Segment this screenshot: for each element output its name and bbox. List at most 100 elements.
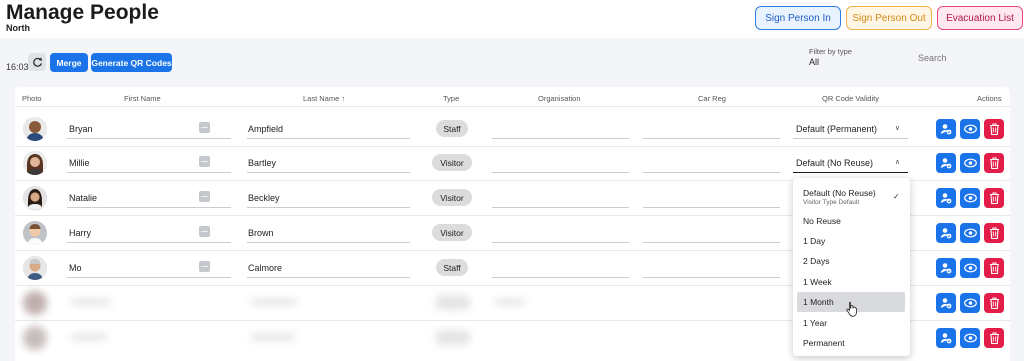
sign-in-person-button[interactable] [936, 328, 956, 348]
sign-in-person-button[interactable] [936, 223, 956, 243]
sign-in-person-button[interactable] [936, 258, 956, 278]
redacted-text [495, 299, 525, 305]
sign-in-person-button[interactable] [936, 119, 956, 139]
eye-icon [963, 228, 977, 238]
qr-validity-select[interactable]: Default (No Reuse) ∧ [793, 152, 908, 173]
trash-icon [989, 123, 999, 135]
car-reg-field[interactable] [643, 152, 780, 173]
car-reg-field[interactable] [643, 222, 780, 243]
sign-in-person-button[interactable] [936, 153, 956, 173]
redacted-text [71, 299, 111, 305]
column-header-first-name[interactable]: First Name [124, 94, 161, 103]
column-header-car-reg[interactable]: Car Reg [698, 94, 726, 103]
option-subtext: Visitor Type Default [803, 199, 860, 206]
table-row: Millie Bartley Visitor Default (No Reuse… [15, 146, 1010, 181]
delete-person-button[interactable] [984, 153, 1004, 173]
eye-icon [963, 263, 977, 273]
page-subtitle: North [6, 23, 30, 33]
user-check-icon [940, 333, 952, 344]
column-header-actions: Actions [977, 94, 1002, 103]
qr-validity-select[interactable]: Default (Permanent) ∨ [793, 118, 908, 139]
last-name-field[interactable]: Calmore [247, 257, 410, 278]
trash-icon [989, 192, 999, 204]
id-card-icon[interactable] [199, 226, 210, 237]
generate-qr-codes-button[interactable]: Generate QR Codes [91, 53, 172, 72]
refresh-button[interactable] [28, 53, 46, 71]
organisation-field[interactable] [492, 152, 629, 173]
search-input[interactable] [918, 50, 1013, 66]
last-name-field[interactable]: Beckley [247, 187, 410, 208]
type-badge: Staff [436, 120, 468, 137]
option-2-days[interactable]: 2 Days [797, 251, 905, 271]
eye-icon [963, 124, 977, 134]
avatar [23, 186, 47, 210]
view-person-button[interactable] [960, 293, 980, 313]
option-default-no-reuse[interactable]: Default (No Reuse) Visitor Type Default [797, 183, 905, 210]
delete-person-button[interactable] [984, 328, 1004, 348]
type-badge: Visitor [432, 224, 472, 241]
merge-button[interactable]: Merge [50, 53, 88, 72]
redacted-badge [435, 330, 471, 345]
chevron-up-icon: ∧ [894, 159, 900, 166]
chevron-down-icon: ∨ [894, 125, 900, 132]
last-name-field[interactable]: Bartley [247, 152, 410, 173]
id-card-icon[interactable] [199, 261, 210, 272]
trash-icon [989, 332, 999, 344]
view-person-button[interactable] [960, 188, 980, 208]
last-name-field[interactable]: Ampfield [247, 118, 410, 139]
organisation-field[interactable] [492, 187, 629, 208]
filter-by-type-select[interactable]: All [809, 57, 819, 67]
view-person-button[interactable] [960, 223, 980, 243]
avatar [23, 117, 47, 141]
trash-icon [989, 157, 999, 169]
delete-person-button[interactable] [984, 119, 1004, 139]
view-person-button[interactable] [960, 153, 980, 173]
user-check-icon [940, 228, 952, 239]
header-divider [15, 106, 1010, 107]
organisation-field[interactable] [492, 257, 629, 278]
last-name-field[interactable]: Brown [247, 222, 410, 243]
sign-person-out-button[interactable]: Sign Person Out [846, 6, 932, 30]
option-permanent[interactable]: Permanent [797, 333, 905, 353]
filter-by-type-label: Filter by type [809, 47, 852, 56]
table-row: Bryan Ampfield Staff Default (Permanent)… [15, 112, 1010, 147]
qr-validity-dropdown: Default (No Reuse) Visitor Type Default … [793, 178, 910, 356]
type-badge: Staff [436, 259, 468, 276]
id-card-icon[interactable] [199, 191, 210, 202]
organisation-field[interactable] [492, 118, 629, 139]
trash-icon [989, 297, 999, 309]
sign-in-person-button[interactable] [936, 293, 956, 313]
redacted-badge [435, 295, 471, 310]
car-reg-field[interactable] [643, 187, 780, 208]
type-badge: Visitor [432, 154, 472, 171]
car-reg-field[interactable] [643, 257, 780, 278]
user-check-icon [940, 263, 952, 274]
user-check-icon [940, 124, 952, 135]
trash-icon [989, 227, 999, 239]
delete-person-button[interactable] [984, 293, 1004, 313]
delete-person-button[interactable] [984, 223, 1004, 243]
column-header-qr-code-validity[interactable]: QR Code Validity [822, 94, 879, 103]
view-person-button[interactable] [960, 328, 980, 348]
sign-person-in-button[interactable]: Sign Person In [755, 6, 841, 30]
id-card-icon[interactable] [199, 156, 210, 167]
view-person-button[interactable] [960, 119, 980, 139]
evacuation-list-button[interactable]: Evacuation List [937, 6, 1023, 30]
delete-person-button[interactable] [984, 258, 1004, 278]
eye-icon [963, 298, 977, 308]
column-header-last-name[interactable]: Last Name ↑ [303, 94, 345, 103]
option-1-week[interactable]: 1 Week [797, 272, 905, 292]
id-card-icon[interactable] [199, 122, 210, 133]
option-1-day[interactable]: 1 Day [797, 231, 905, 251]
option-no-reuse[interactable]: No Reuse [797, 211, 905, 231]
organisation-field[interactable] [492, 222, 629, 243]
redacted-text [71, 334, 107, 340]
car-reg-field[interactable] [643, 118, 780, 139]
hand-pointer-icon [846, 301, 857, 317]
sign-in-person-button[interactable] [936, 188, 956, 208]
column-header-type[interactable]: Type [443, 94, 459, 103]
delete-person-button[interactable] [984, 188, 1004, 208]
view-person-button[interactable] [960, 258, 980, 278]
column-header-organisation[interactable]: Organisation [538, 94, 581, 103]
redacted-text [251, 299, 297, 305]
